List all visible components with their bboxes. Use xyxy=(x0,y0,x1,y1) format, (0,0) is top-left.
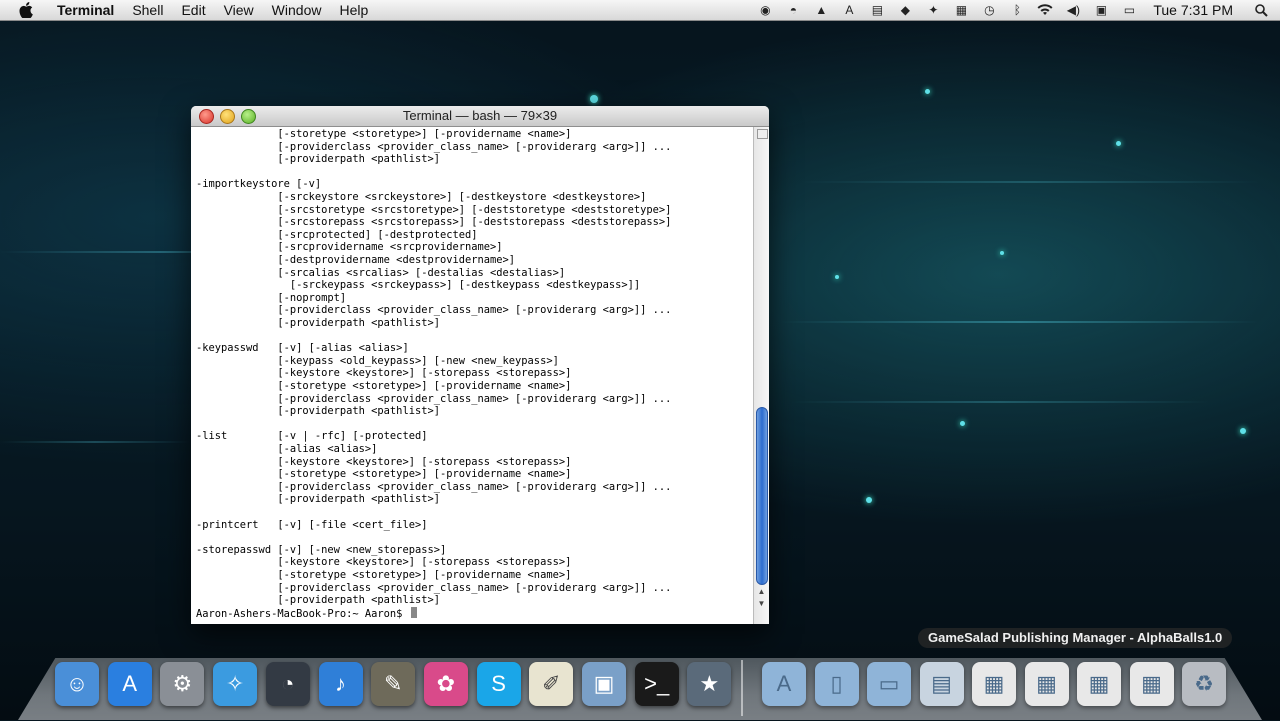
skype-icon[interactable]: S xyxy=(476,662,521,706)
keyboard-input-icon[interactable]: ▣ xyxy=(1092,3,1110,17)
menu-view[interactable]: View xyxy=(215,0,263,20)
terminal-line: [-providerpath <pathlist>] xyxy=(196,493,440,506)
terminal-line: [-keystore <keystore>] [-storepass <stor… xyxy=(196,367,572,380)
menu-clock[interactable]: Tue 7:31 PM xyxy=(1153,2,1233,18)
dashboard-icon[interactable]: ◔ xyxy=(265,662,310,706)
terminal-line: [-providerclass <provider_class_name> [-… xyxy=(196,581,672,594)
terminal-line: [-providerclass <provider_class_name> [-… xyxy=(196,480,672,493)
terminal-line: -storepasswd [-v] [-new <new_storepass>] xyxy=(196,543,447,556)
terminal-line: [-noprompt] xyxy=(196,291,347,304)
safari-icon[interactable]: ✧ xyxy=(213,662,258,706)
textedit-icon[interactable]: ✐ xyxy=(529,662,574,706)
terminal-line: -importkeystore [-v] xyxy=(196,178,322,191)
menu-edit[interactable]: Edit xyxy=(172,0,214,20)
terminal-line: [-providerpath <pathlist>] xyxy=(196,153,440,166)
window-thumbnail-icon[interactable]: ▦ xyxy=(972,662,1016,706)
terminal-line: [-providerpath <pathlist>] xyxy=(196,594,440,607)
menu-help[interactable]: Help xyxy=(330,0,377,20)
activity-monitor-icon[interactable]: ▤ xyxy=(868,3,886,17)
desktop-stack-icon[interactable]: ▭ xyxy=(867,662,911,706)
apple-menu-icon[interactable] xyxy=(18,2,34,18)
terminal-line: [-srcprovidername <srcprovidername>] xyxy=(196,241,503,254)
split-pane-handle[interactable] xyxy=(757,129,768,139)
terminal-line: [-srcstoretype <srcstoretype>] [-deststo… xyxy=(196,203,672,216)
app-store-icon[interactable]: A xyxy=(107,662,152,706)
terminal-line: [-providerclass <provider_class_name> [-… xyxy=(196,392,672,405)
trash-icon[interactable]: ♻ xyxy=(1182,662,1226,706)
terminal-scrollbar[interactable]: ▲ ▼ xyxy=(753,127,769,624)
terminal-line: -keypasswd [-v] [-alias <alias>] xyxy=(196,342,409,355)
scroll-down-icon[interactable]: ▼ xyxy=(754,598,769,610)
time-machine-icon[interactable]: ◷ xyxy=(980,3,998,17)
font-icon[interactable]: A xyxy=(840,3,858,17)
window-thumbnail-icon[interactable]: ▦ xyxy=(1129,662,1174,706)
menu-extras: ◉ ◓ ▲ A ▤ ◆ ✦ ▦ ◷ ᛒ ◀) ▣ ▭ Tue 7:31 PM xyxy=(751,0,1280,20)
terminal-line: [-destprovidername <destprovidername>] xyxy=(196,254,516,266)
terminal-line: [-storetype <storetype>] [-providername … xyxy=(196,128,572,140)
itunes-icon[interactable]: ♪ xyxy=(318,662,363,706)
menu-bar: Terminal Shell Edit View Window Help ◉ ◓… xyxy=(0,0,1280,21)
terminal-line: [-keypass <old_keypass>] [-new <new_keyp… xyxy=(196,354,559,367)
terminal-line: [-providerclass <provider_class_name> [-… xyxy=(196,304,672,317)
terminal-line: [-providerpath <pathlist>] xyxy=(196,317,440,329)
window-thumbnail-icon[interactable]: ▦ xyxy=(1024,662,1069,706)
system-preferences-icon[interactable]: ⚙ xyxy=(160,662,205,706)
display-icon[interactable]: ▦ xyxy=(952,3,970,17)
terminal-line: [-keystore <keystore>] [-storepass <stor… xyxy=(196,556,572,569)
text-cursor xyxy=(410,606,417,618)
finder-icon[interactable]: ☺ xyxy=(55,662,99,706)
spotlight-search-icon[interactable] xyxy=(1252,3,1270,17)
status-item-icon[interactable]: ◓ xyxy=(784,3,802,17)
terminal-line: [-srckeypass <srckeypass>] [-destkeypass… xyxy=(196,279,641,292)
terminal-line: -list [-v | -rfc] [-protected] xyxy=(196,430,428,443)
terminal-line: -printcert [-v] [-file <cert_file>] xyxy=(196,518,428,531)
gamesalad-icon[interactable]: ✿ xyxy=(423,662,468,706)
terminal-line: [-srcstorepass <srcstorepass>] [-deststo… xyxy=(196,216,672,229)
bluetooth-icon[interactable]: ᛒ xyxy=(1008,3,1026,17)
terminal-line: [-alias <alias>] xyxy=(196,443,378,455)
terminal-line: [-storetype <storetype>] [-providername … xyxy=(196,569,572,581)
window-title: Terminal — bash — 79×39 xyxy=(402,108,558,123)
terminal-line: [-srcprotected] [-destprotected] xyxy=(196,228,478,241)
window-thumbnail-icon[interactable]: ▦ xyxy=(1077,662,1121,706)
documents-stack-icon[interactable]: ▯ xyxy=(814,662,859,706)
terminal-line: [-srcalias <srcalias> [-destalias <desta… xyxy=(196,266,566,279)
terminal-line: [-providerclass <provider_class_name> [-… xyxy=(196,140,672,153)
gift-icon[interactable]: ✦ xyxy=(924,3,942,17)
terminal-line: [-providerpath <pathlist>] xyxy=(196,405,440,418)
terminal-line: [-storetype <storetype>] [-providername … xyxy=(196,468,572,481)
dock-hover-label: GameSalad Publishing Manager - AlphaBall… xyxy=(918,628,1233,648)
scrollbar-thumb[interactable] xyxy=(756,407,768,585)
terminal-line: [-srckeystore <srckeystore>] [-destkeyst… xyxy=(196,191,647,203)
applications-stack-icon[interactable]: A xyxy=(762,662,806,706)
wifi-icon[interactable] xyxy=(1036,3,1054,17)
terminal-titlebar[interactable]: Terminal — bash — 79×39 xyxy=(191,106,769,127)
app-status-icon[interactable]: ◆ xyxy=(896,3,914,17)
menu-app-name[interactable]: Terminal xyxy=(48,0,123,20)
prompt-text: Aaron-Ashers-MacBook-Pro:~ Aaron$ xyxy=(196,607,409,620)
battery-icon[interactable]: ▭ xyxy=(1120,3,1138,17)
dock-divider[interactable] xyxy=(741,660,743,716)
preview-icon[interactable]: ▣ xyxy=(582,662,626,706)
scroll-up-icon[interactable]: ▲ xyxy=(754,586,769,598)
downloads-stack-icon[interactable]: ▤ xyxy=(919,662,964,706)
terminal-line: [-storetype <storetype>] [-providername … xyxy=(196,380,572,392)
screen-recorder-icon[interactable]: ◉ xyxy=(756,3,774,17)
imovie-icon[interactable]: ★ xyxy=(687,662,732,706)
shell-prompt[interactable]: Aaron-Ashers-MacBook-Pro:~ Aaron$ xyxy=(196,606,417,621)
terminal-line: [-keystore <keystore>] [-storepass <stor… xyxy=(196,455,572,468)
menu-window[interactable]: Window xyxy=(263,0,331,20)
terminal-icon[interactable]: >_ xyxy=(634,662,679,706)
gimp-icon[interactable]: ✎ xyxy=(371,662,416,706)
vpn-icon[interactable]: ▲ xyxy=(812,3,830,17)
terminal-output[interactable]: [-storetype <storetype>] [-providername … xyxy=(191,127,754,624)
menu-shell[interactable]: Shell xyxy=(123,0,172,20)
terminal-window: Terminal — bash — 79×39 [-storetype <sto… xyxy=(191,106,769,624)
volume-icon[interactable]: ◀) xyxy=(1064,3,1082,17)
